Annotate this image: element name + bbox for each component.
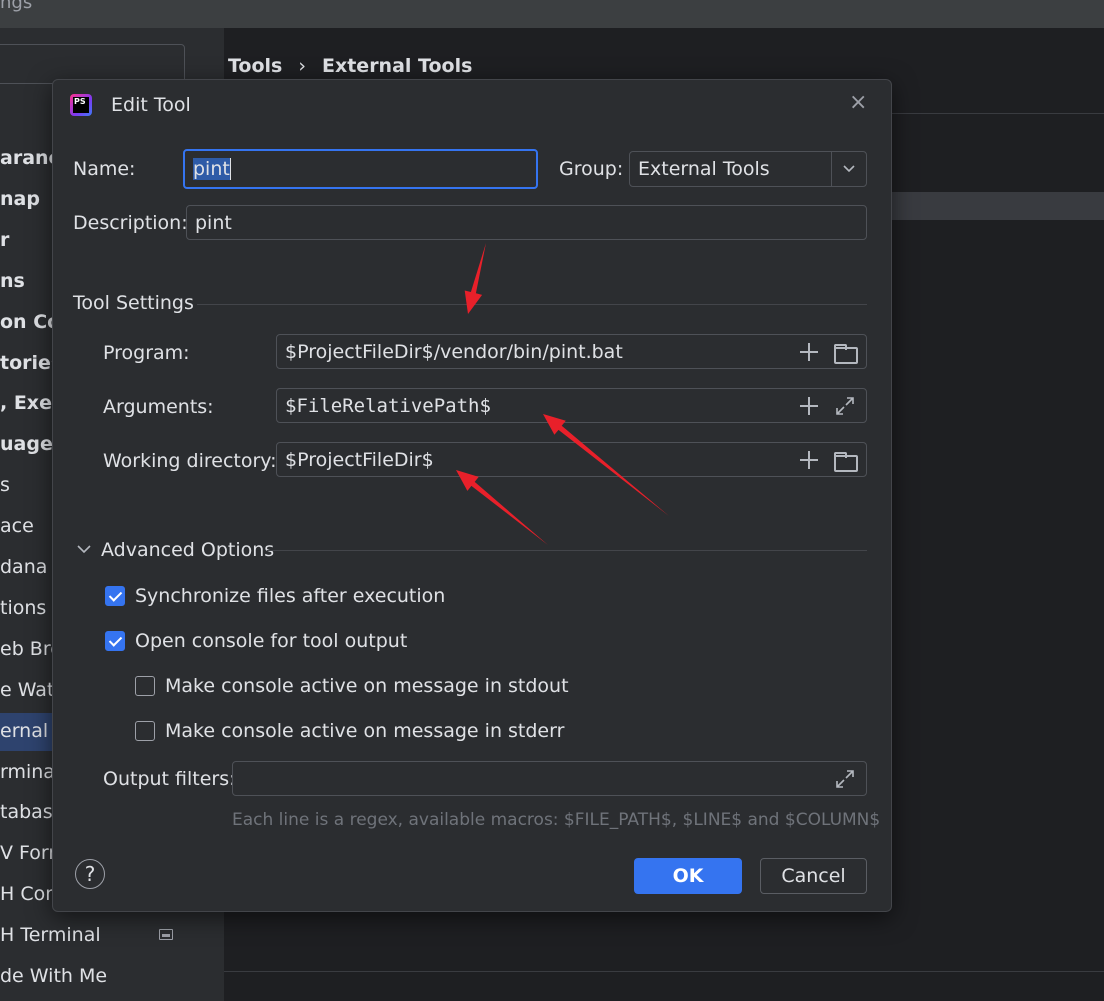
annotation-arrow [464,243,486,314]
annotation-arrows [456,243,669,545]
annotation-arrow [543,414,669,516]
annotation-arrow [456,470,548,545]
